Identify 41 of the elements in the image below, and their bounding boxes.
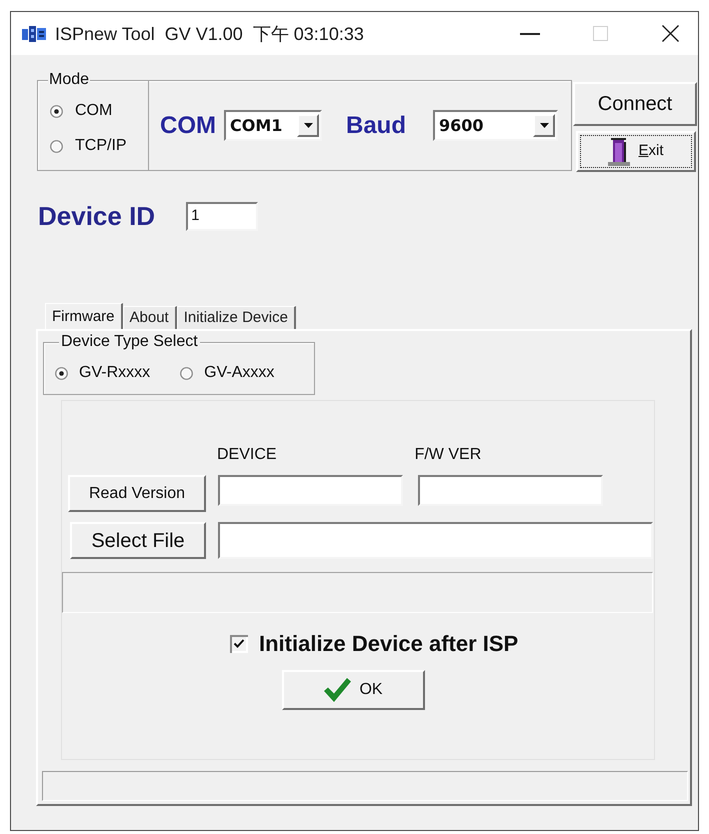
tab[interactable]: Initialize Device — [176, 306, 296, 329]
connect-button[interactable]: Connect — [573, 82, 697, 126]
ok-button[interactable]: OK — [282, 670, 425, 710]
door-icon — [608, 138, 630, 166]
dropdown-button[interactable] — [297, 114, 319, 137]
com-port-select[interactable]: COM1 — [224, 110, 322, 141]
radio-button[interactable] — [50, 104, 63, 118]
close-icon — [662, 25, 678, 42]
exit-button[interactable]: Exit — [576, 131, 696, 172]
radio-label: GV-Axxxx — [204, 363, 274, 383]
checkbox-label: Initialize Device after ISP — [259, 632, 518, 656]
device-id-label: Device ID — [38, 201, 156, 231]
maximize-icon — [592, 26, 608, 41]
tab[interactable]: About — [122, 306, 177, 329]
com-label: COM — [160, 112, 216, 140]
device-field[interactable] — [218, 475, 403, 506]
radio-button[interactable] — [55, 366, 68, 380]
caret-icon — [540, 123, 548, 128]
baud-label: Baud — [346, 112, 406, 140]
baud-rate-select[interactable]: 9600 — [433, 110, 558, 141]
check-icon — [324, 678, 352, 702]
app-icon — [22, 26, 46, 42]
radio-button[interactable] — [180, 366, 194, 380]
radio-button[interactable] — [50, 140, 63, 152]
select-file-button[interactable]: Select File — [70, 522, 206, 559]
minimize-icon — [520, 32, 540, 34]
window-title: ISPnew Tool GV V1.00 下午 03:10:33 — [55, 22, 364, 44]
dropdown-button[interactable] — [533, 114, 555, 137]
device-id-field[interactable]: 1 — [186, 202, 258, 230]
firmware-version-field[interactable] — [418, 475, 603, 506]
tab[interactable]: Firmware — [45, 303, 122, 329]
read-version-button[interactable]: Read Version — [68, 475, 206, 512]
radio-label: TCP/IP — [75, 136, 127, 156]
firmware-version-label: F/W VER — [414, 446, 482, 464]
device-type-legend: Device Type Select — [59, 332, 200, 352]
checkbox[interactable] — [230, 635, 248, 653]
radio-label: GV-Rxxxx — [79, 363, 150, 383]
file-path-field[interactable] — [218, 522, 653, 559]
device-column-label: DEVICE — [217, 446, 277, 464]
radio-label: COM — [75, 101, 112, 121]
caret-icon — [304, 123, 312, 128]
